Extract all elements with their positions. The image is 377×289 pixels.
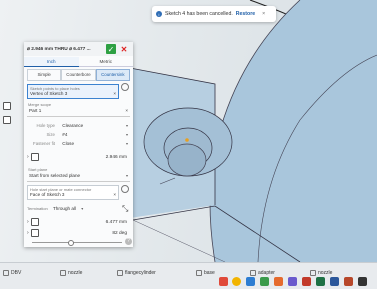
size-label: Size (46, 132, 55, 137)
countersink-angle-icon (30, 229, 39, 237)
size-value: #4 (62, 132, 68, 137)
remove-selection-icon[interactable]: × (113, 91, 116, 96)
units-tabs: Inch Metric (24, 57, 133, 67)
merge-scope-field[interactable]: Part 1 × (27, 108, 130, 117)
tab-countersink[interactable]: Countersink (95, 69, 130, 81)
countersink-diameter-icon (30, 218, 39, 226)
tab-nozzle[interactable]: nozzle (60, 268, 82, 278)
chevron-down-icon: ▾ (125, 173, 128, 178)
part-studio-icon (250, 270, 256, 276)
notification-message: Sketch 4 has been cancelled. (165, 11, 233, 17)
expand-chevron-icon[interactable]: › (27, 219, 29, 225)
fastener-fit-value: Close (62, 141, 75, 146)
taskbar-app-icon[interactable] (260, 277, 269, 286)
chevron-down-icon: ▾ (125, 123, 128, 128)
close-icon[interactable]: × (262, 11, 265, 17)
start-plane-value: Start from selected plane (29, 173, 81, 178)
restore-link[interactable]: Restore (236, 11, 255, 17)
diameter-value[interactable]: 2.946 mm (106, 155, 130, 160)
taskbar-app-icon[interactable] (219, 277, 228, 286)
powerpoint-icon[interactable] (344, 277, 353, 286)
tab-flangecylinder-label: flangecylinder (125, 270, 156, 276)
diameter-row: › 2.946 mm (27, 152, 130, 162)
start-plane-face-field[interactable]: Hole start plane or mate connector Face … (27, 185, 119, 200)
part-studio-icon (3, 270, 9, 276)
tab-metric[interactable]: Metric (78, 57, 133, 67)
vertex-point (185, 138, 189, 142)
feature-list-icon[interactable] (3, 102, 11, 110)
hole-preview-inner (167, 143, 207, 177)
select-points-icon[interactable] (121, 83, 129, 91)
taskbar-app-icon[interactable] (288, 277, 297, 286)
hole-feature-dialog: ⌀ 2.946 mm THRU ⌀ 6.477 ... ✓ ✕ Inch Met… (24, 42, 133, 247)
fastener-fit-label: Fastener fit (33, 141, 55, 146)
help-icon[interactable]: ? (125, 238, 132, 245)
merge-scope-value: Part 1 (29, 108, 42, 113)
tab-nozzle-label: nozzle (68, 270, 83, 276)
start-plane-label: Start plane (28, 167, 48, 172)
notification-toast: i Sketch 4 has been cancelled. Restore × (152, 6, 276, 22)
info-icon: i (156, 11, 162, 17)
start-plane-dropdown[interactable]: Start from selected plane ▾ (27, 173, 130, 182)
dialog-title: ⌀ 2.946 mm THRU ⌀ 6.477 ... (27, 46, 91, 52)
sketch-points-value: Vertex of Sketch 3 (30, 91, 68, 96)
remove-selection-icon[interactable]: × (113, 192, 116, 197)
countersink-diameter-value[interactable]: 6.477 mm (106, 220, 130, 225)
excel-icon[interactable] (316, 277, 325, 286)
chevron-down-icon: ▾ (81, 206, 84, 211)
part-studio-icon (60, 270, 66, 276)
termination-row[interactable]: Termination Through all ▾ (27, 206, 130, 211)
taskbar-app-icon[interactable] (302, 277, 311, 286)
termination-value: Through all (52, 206, 76, 211)
size-row[interactable]: Size #4 ▾ (27, 132, 130, 137)
hole-diameter-icon (30, 153, 39, 161)
merge-scope-label: Merge scope (28, 102, 52, 107)
flip-direction-icon[interactable]: ⤡ (122, 204, 130, 214)
transparency-slider[interactable] (32, 240, 122, 246)
confirm-button[interactable]: ✓ (106, 44, 116, 54)
dialog-header: ⌀ 2.946 mm THRU ⌀ 6.477 ... (24, 42, 133, 56)
cancel-button[interactable]: ✕ (119, 44, 129, 54)
tab-counterbore[interactable]: Counterbore (61, 69, 96, 81)
tab-base[interactable]: base (196, 268, 215, 278)
chrome-icon[interactable] (232, 277, 241, 286)
left-toolbar (3, 102, 13, 142)
part-studio-icon (310, 270, 316, 276)
tab-nozzle-2-label: nozzle (318, 270, 333, 276)
tab-dbv-label: DBV (11, 270, 22, 276)
hole-type-label: Hole type (36, 123, 55, 128)
tab-inch[interactable]: Inch (24, 57, 79, 67)
taskbar-app-icon[interactable] (358, 277, 367, 286)
countersink-angle-row: › 82 deg (27, 228, 130, 238)
tab-dbv[interactable]: DBV (3, 268, 21, 278)
slider-handle[interactable] (68, 240, 74, 246)
tab-adapter-label: adapter (258, 270, 275, 276)
parts-list-icon[interactable] (3, 116, 11, 124)
tab-base-label: base (204, 270, 215, 276)
part-studio-icon (196, 270, 202, 276)
hole-type-row[interactable]: Hole type Clearance ▾ (27, 123, 130, 128)
part-studio-icon (117, 270, 123, 276)
remove-selection-icon[interactable]: × (125, 108, 128, 116)
sketch-points-field[interactable]: Sketch points to place holes Vertex of S… (27, 84, 119, 99)
chevron-down-icon: ▾ (125, 132, 128, 137)
termination-label: Termination (27, 206, 48, 211)
tab-flangecylinder[interactable]: flangecylinder (117, 268, 156, 278)
word-icon[interactable] (330, 277, 339, 286)
taskbar-app-icon[interactable] (274, 277, 283, 286)
tab-simple[interactable]: Simple (27, 69, 62, 81)
taskbar-app-icon[interactable] (246, 277, 255, 286)
hole-type-value: Clearance (62, 123, 84, 128)
countersink-angle-value[interactable]: 82 deg (112, 231, 130, 236)
countersink-diameter-row: › 6.477 mm (27, 217, 130, 227)
fastener-fit-row[interactable]: Fastener fit Close ▾ (27, 141, 130, 146)
expand-chevron-icon[interactable]: › (27, 154, 29, 160)
start-plane-face-value: Face of Sketch 3 (30, 192, 65, 197)
expand-chevron-icon[interactable]: › (27, 230, 29, 236)
hole-style-tabs: Simple Counterbore Countersink (27, 69, 130, 81)
select-plane-icon[interactable] (121, 185, 129, 193)
chevron-down-icon: ▾ (125, 141, 128, 146)
